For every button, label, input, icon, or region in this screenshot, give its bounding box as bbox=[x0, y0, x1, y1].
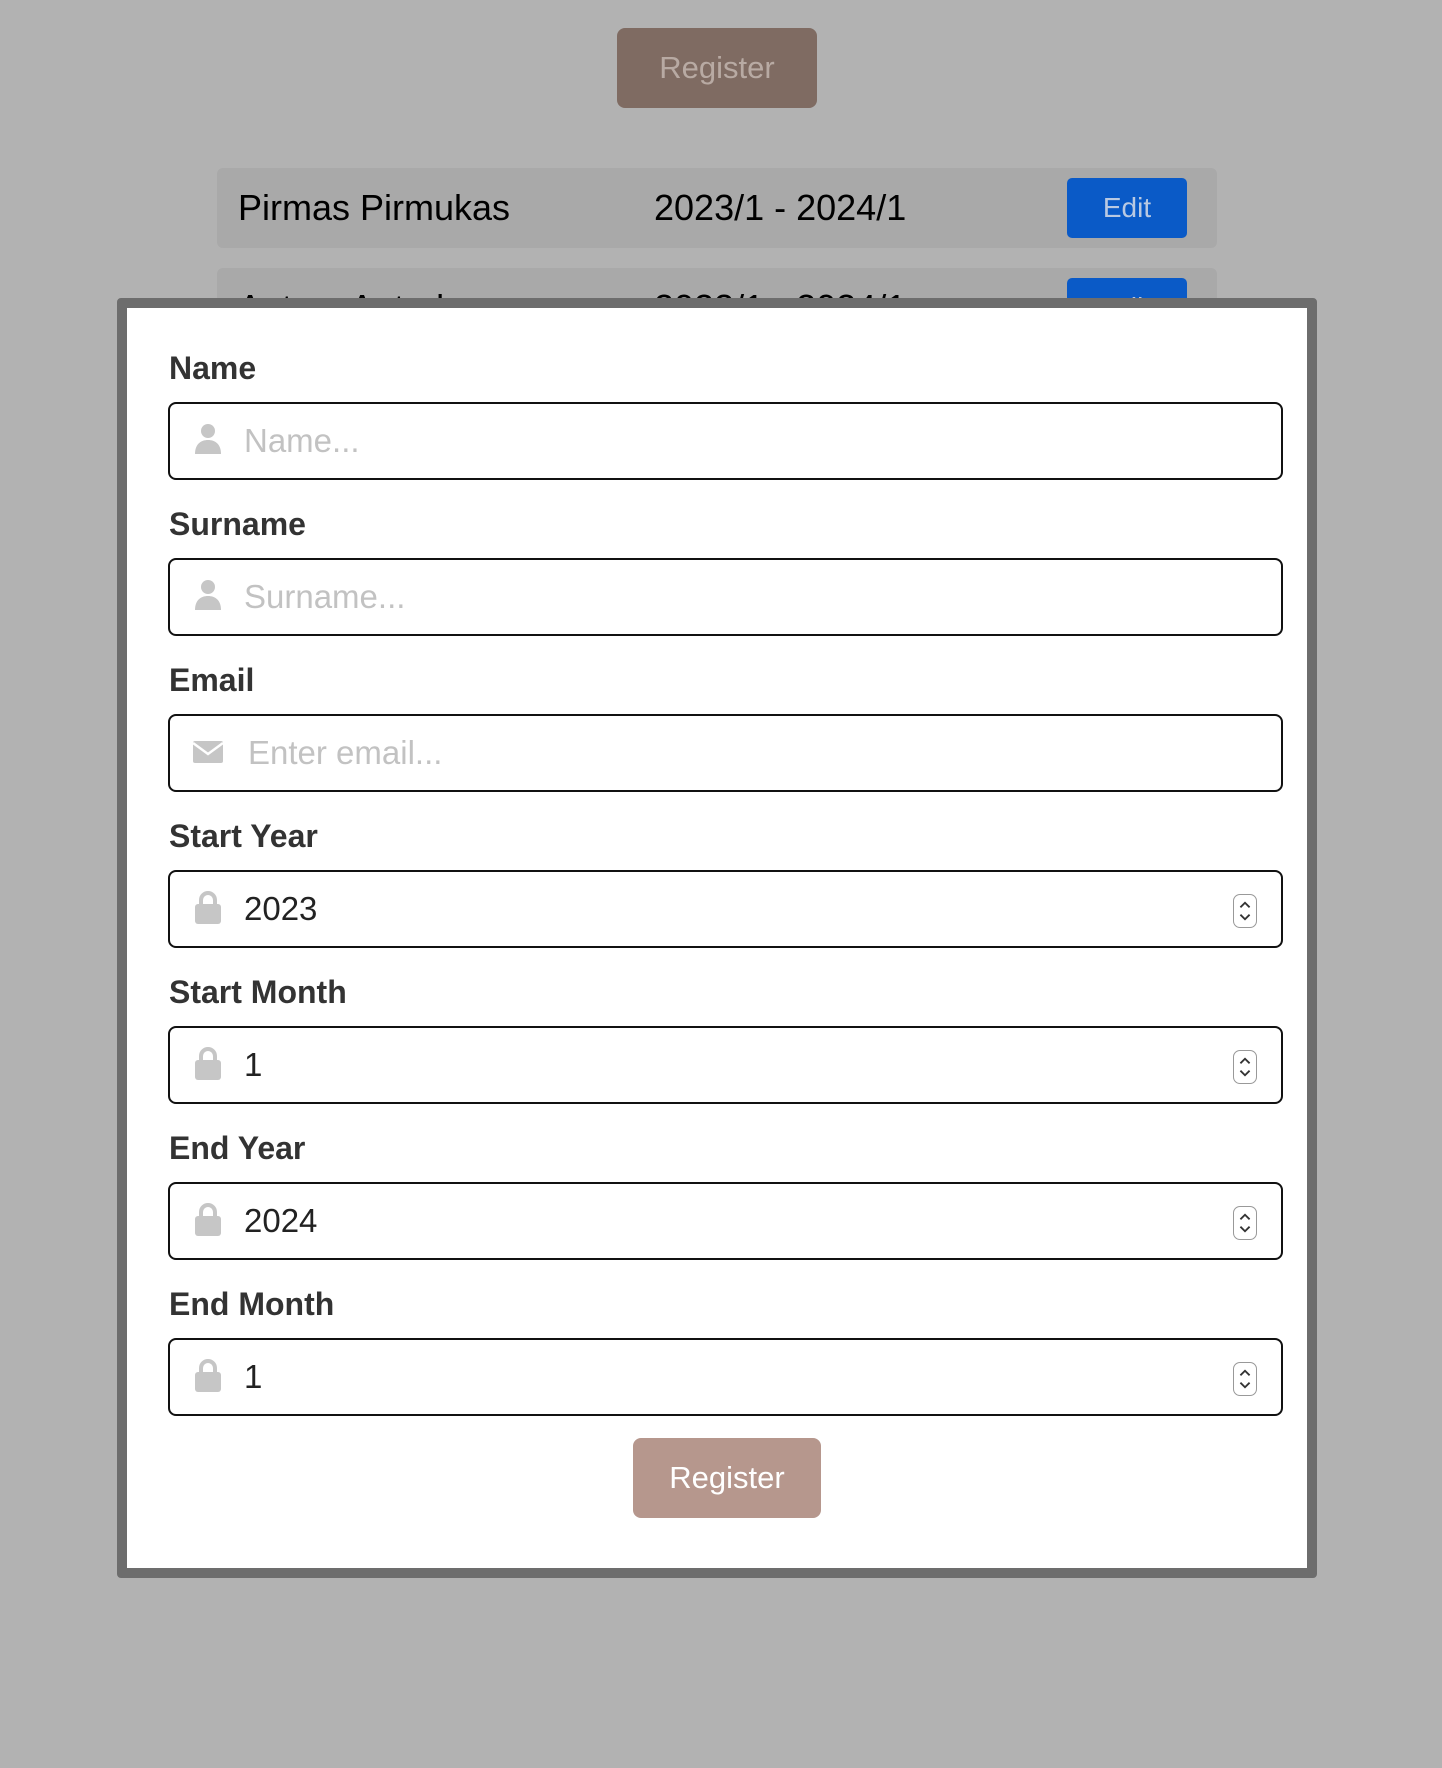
envelope-icon bbox=[192, 741, 224, 763]
user-icon bbox=[195, 424, 221, 454]
lock-icon bbox=[195, 1359, 221, 1392]
start-year-label: Start Year bbox=[169, 818, 318, 854]
surname-label: Surname bbox=[169, 506, 306, 542]
email-input[interactable] bbox=[248, 716, 1208, 790]
edit-button[interactable]: Edit bbox=[1067, 178, 1187, 238]
registration-row: Pirmas Pirmukas 2023/1 - 2024/1 Edit bbox=[217, 168, 1217, 248]
number-stepper[interactable] bbox=[1233, 1050, 1257, 1084]
number-stepper[interactable] bbox=[1233, 1362, 1257, 1396]
user-icon bbox=[195, 580, 221, 610]
register-button[interactable]: Register bbox=[617, 28, 817, 108]
name-input[interactable] bbox=[244, 404, 1204, 478]
registration-modal: Name Surname Email Start Year bbox=[117, 298, 1317, 1578]
end-month-label: End Month bbox=[169, 1286, 335, 1322]
number-stepper[interactable] bbox=[1233, 1206, 1257, 1240]
start-year-field bbox=[168, 870, 1283, 948]
end-year-label: End Year bbox=[169, 1130, 306, 1166]
end-month-field bbox=[168, 1338, 1283, 1416]
lock-icon bbox=[195, 1047, 221, 1080]
register-submit-button[interactable]: Register bbox=[633, 1438, 821, 1518]
lock-icon bbox=[195, 891, 221, 924]
start-month-input[interactable] bbox=[244, 1028, 1204, 1102]
registration-range: 2023/1 - 2024/1 bbox=[654, 187, 907, 228]
name-field bbox=[168, 402, 1283, 480]
number-stepper[interactable] bbox=[1233, 894, 1257, 928]
end-month-input[interactable] bbox=[244, 1340, 1204, 1414]
end-year-field bbox=[168, 1182, 1283, 1260]
lock-icon bbox=[195, 1203, 221, 1236]
surname-input[interactable] bbox=[244, 560, 1204, 634]
start-year-input[interactable] bbox=[244, 872, 1204, 946]
registration-name: Pirmas Pirmukas bbox=[238, 187, 511, 228]
surname-field bbox=[168, 558, 1283, 636]
name-label: Name bbox=[169, 350, 257, 386]
email-label: Email bbox=[169, 662, 255, 698]
start-month-field bbox=[168, 1026, 1283, 1104]
end-year-input[interactable] bbox=[244, 1184, 1204, 1258]
start-month-label: Start Month bbox=[169, 974, 347, 1010]
email-field bbox=[168, 714, 1283, 792]
